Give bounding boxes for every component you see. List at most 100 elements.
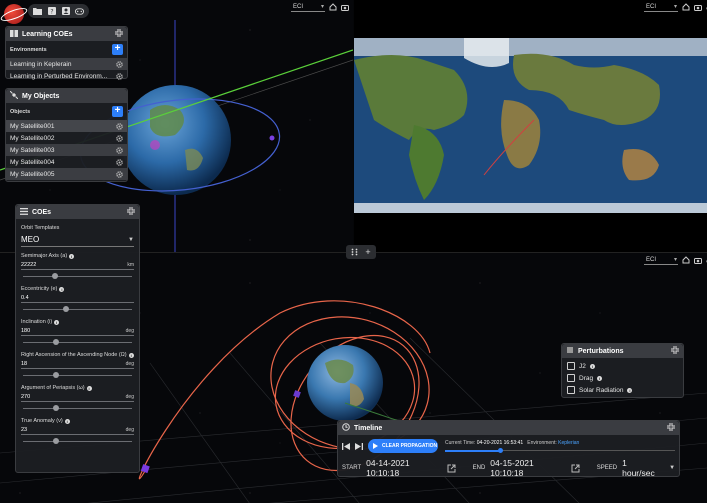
list-item[interactable]: My Satellite005: [6, 168, 127, 180]
ground-track-map-view[interactable]: ECI: [354, 0, 707, 252]
list-item[interactable]: Learning in Perturbed Environm...: [6, 70, 127, 82]
coe-field: Argument of Periapsis (ω) i 270 deg: [16, 385, 139, 412]
frame-select[interactable]: ECI: [644, 256, 678, 265]
coe-value-input[interactable]: 0.4: [21, 295, 134, 303]
info-icon[interactable]: i: [589, 363, 595, 369]
gear-icon[interactable]: [116, 134, 123, 142]
info-icon[interactable]: i: [64, 418, 70, 424]
list-item[interactable]: My Satellite001: [6, 120, 127, 132]
gamepad-icon[interactable]: [75, 7, 84, 16]
list-item-label: My Satellite002: [10, 134, 55, 142]
coe-unit: deg: [125, 361, 134, 367]
coe-slider[interactable]: [21, 437, 134, 445]
list-item-label: My Satellite001: [10, 122, 55, 130]
camera-icon[interactable]: [694, 3, 702, 11]
coes-title: COEs: [32, 208, 52, 216]
solar-radiation-label: Solar Radiation: [579, 386, 624, 394]
slider-thumb[interactable]: [53, 438, 60, 444]
slider-thumb[interactable]: [53, 405, 60, 411]
open-start-date-icon[interactable]: [447, 464, 456, 473]
coe-slider[interactable]: [21, 305, 134, 313]
gear-icon[interactable]: [116, 72, 123, 80]
coe-slider[interactable]: [21, 338, 134, 346]
info-icon[interactable]: i: [597, 375, 603, 381]
objects-section-label: Objects: [10, 108, 31, 115]
info-icon[interactable]: i: [627, 387, 633, 393]
drag-handle-icon[interactable]: [350, 248, 358, 256]
list-item-label: My Satellite005: [10, 170, 55, 178]
app-logo[interactable]: [4, 4, 24, 24]
camera-icon[interactable]: [341, 3, 349, 11]
info-icon[interactable]: i: [69, 253, 75, 259]
coe-label-text: True Anomaly (ν): [21, 418, 63, 424]
info-icon[interactable]: i: [54, 319, 60, 325]
perturbations-header[interactable]: Perturbations: [562, 344, 683, 358]
speed-value[interactable]: 1 hour/sec: [622, 458, 658, 478]
timeline-knob[interactable]: [497, 448, 503, 453]
coes-header[interactable]: COEs: [16, 205, 139, 219]
home-icon[interactable]: [682, 256, 690, 264]
slider-thumb[interactable]: [53, 339, 60, 345]
drag-checkbox[interactable]: [567, 374, 575, 382]
orbit-template-select[interactable]: MEO ▼: [21, 233, 134, 247]
coe-slider[interactable]: [21, 272, 134, 280]
coe-value-input[interactable]: 180 deg: [21, 328, 134, 336]
j2-checkbox-row[interactable]: J2 i: [562, 360, 683, 372]
list-item[interactable]: My Satellite004: [6, 156, 127, 168]
coe-value-input[interactable]: 23 deg: [21, 427, 134, 435]
info-icon[interactable]: i: [128, 352, 134, 358]
add-environment-button[interactable]: +: [112, 44, 123, 55]
home-icon[interactable]: [682, 3, 690, 11]
slider-thumb[interactable]: [51, 273, 58, 279]
solar-radiation-checkbox[interactable]: [567, 386, 575, 394]
gear-icon[interactable]: [116, 158, 123, 166]
coe-value-input[interactable]: 18 deg: [21, 361, 134, 369]
expand-icon[interactable]: [671, 346, 679, 356]
coe-value-input[interactable]: 22222 km: [21, 262, 134, 270]
list-item[interactable]: Learning in Keplerain: [6, 58, 127, 70]
coe-field-label: Inclination (i) i: [21, 319, 134, 325]
list-item[interactable]: My Satellite003: [6, 144, 127, 156]
solar-radiation-checkbox-row[interactable]: Solar Radiation i: [562, 384, 683, 396]
perturbation-icon: [566, 346, 574, 356]
info-icon[interactable]: i: [59, 286, 65, 292]
frame-select[interactable]: ECI: [291, 3, 325, 12]
caret-down-icon[interactable]: ▼: [669, 465, 675, 471]
orbit-templates-label: Orbit Templates: [21, 225, 60, 231]
add-view-icon[interactable]: +: [364, 248, 372, 257]
list-item[interactable]: My Satellite002: [6, 132, 127, 144]
open-end-date-icon[interactable]: [571, 464, 580, 473]
timeline-header[interactable]: Timeline: [338, 421, 679, 435]
info-icon[interactable]: i: [86, 385, 92, 391]
slider-thumb[interactable]: [53, 372, 60, 378]
folder-icon[interactable]: [33, 7, 42, 16]
user-icon[interactable]: [61, 7, 70, 16]
end-value[interactable]: 04-15-2021 10:10:18: [490, 458, 561, 478]
help-icon[interactable]: ?: [47, 7, 56, 16]
camera-icon[interactable]: [694, 256, 702, 264]
expand-icon[interactable]: [127, 207, 135, 217]
j2-checkbox[interactable]: [567, 362, 575, 370]
start-value[interactable]: 04-14-2021 10:10:18: [366, 458, 437, 478]
skip-forward-icon[interactable]: [355, 442, 363, 450]
coe-slider[interactable]: [21, 404, 134, 412]
play-clear-propagation-button[interactable]: CLEAR PROPAGATION: [368, 439, 438, 453]
coe-slider[interactable]: [21, 371, 134, 379]
gear-icon[interactable]: [116, 122, 123, 130]
my-objects-header[interactable]: My Objects: [6, 89, 127, 103]
slider-thumb[interactable]: [63, 306, 70, 312]
expand-icon[interactable]: [115, 29, 123, 39]
add-object-button[interactable]: +: [112, 106, 123, 117]
learning-coes-header[interactable]: Learning COEs: [6, 27, 127, 41]
frame-select[interactable]: ECI: [644, 3, 678, 12]
drag-checkbox-row[interactable]: Drag i: [562, 372, 683, 384]
expand-icon[interactable]: [667, 423, 675, 433]
home-icon[interactable]: [329, 3, 337, 11]
gear-icon[interactable]: [116, 146, 123, 154]
coe-value-input[interactable]: 270 deg: [21, 394, 134, 402]
gear-icon[interactable]: [116, 60, 123, 68]
skip-back-icon[interactable]: [342, 442, 350, 450]
gear-icon[interactable]: [116, 170, 123, 178]
timeline-scrubber[interactable]: [445, 448, 675, 453]
coe-unit: km: [127, 262, 134, 268]
